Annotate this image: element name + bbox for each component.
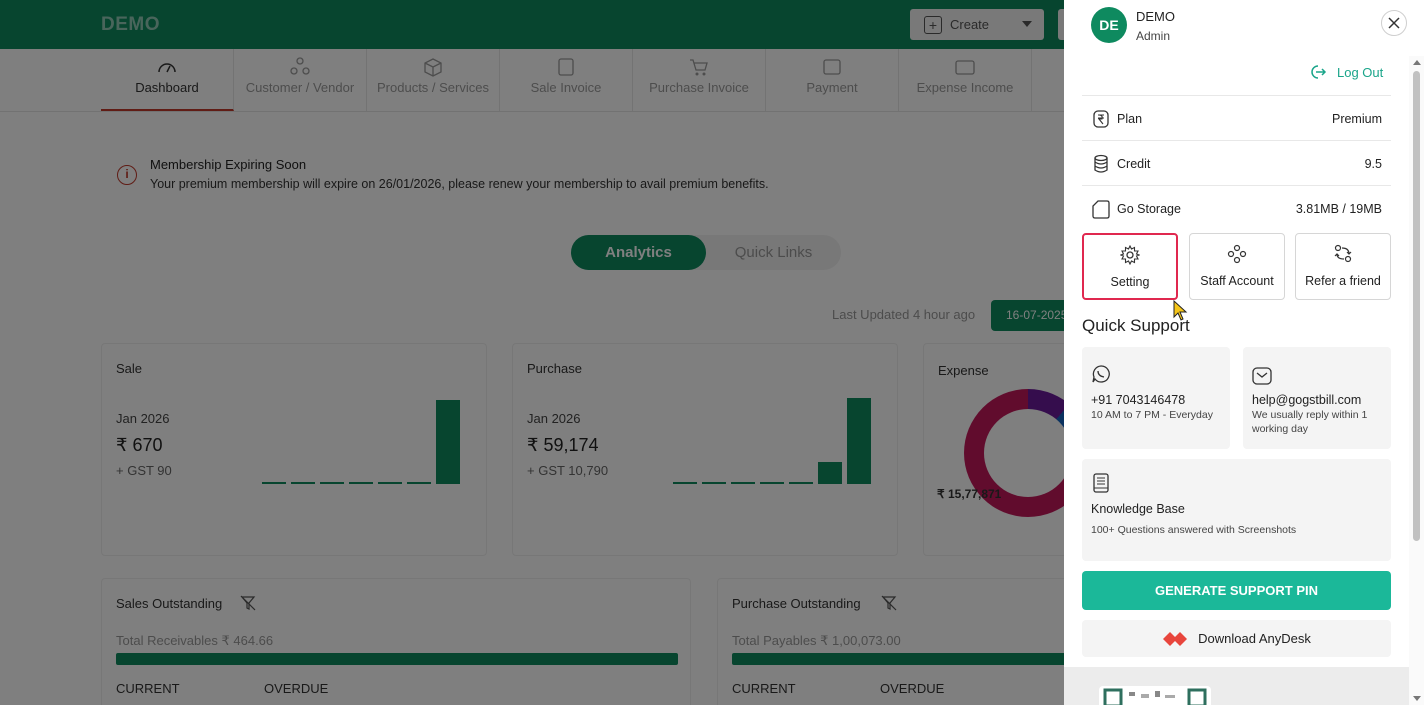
modal-backdrop[interactable] — [0, 0, 1064, 705]
user-role: Admin — [1136, 29, 1171, 43]
drawer-scrollbar[interactable] — [1409, 56, 1424, 705]
row-label: Go Storage — [1117, 202, 1181, 216]
knowledge-base-card[interactable]: Knowledge Base 100+ Questions answered w… — [1082, 459, 1391, 561]
gear-icon — [1120, 245, 1140, 265]
logout-label: Log Out — [1337, 64, 1384, 80]
row-value: 9.5 — [1364, 157, 1382, 171]
mail-icon — [1252, 367, 1272, 385]
user-name: DEMO — [1136, 9, 1175, 24]
storage-row: Go Storage 3.81MB / 19MB — [1082, 185, 1391, 230]
whatsapp-number: +91 7043146478 — [1091, 393, 1186, 407]
download-anydesk-button[interactable]: Download AnyDesk — [1082, 620, 1391, 657]
refer-icon — [1334, 244, 1352, 263]
whatsapp-icon — [1092, 365, 1110, 383]
row-value: 3.81MB / 19MB — [1295, 202, 1382, 216]
qr-code-image — [1099, 686, 1211, 705]
email-reply-note: We usually reply within 1 working day — [1252, 409, 1368, 435]
refer-friend-tile[interactable]: Refer a friend — [1295, 233, 1391, 300]
scroll-up-arrow[interactable] — [1413, 60, 1421, 65]
anydesk-icon — [1163, 631, 1188, 646]
staff-icon — [1227, 244, 1247, 264]
knowledge-title: Knowledge Base — [1091, 502, 1185, 516]
logout-icon — [1311, 65, 1327, 79]
staff-account-tile[interactable]: Staff Account — [1189, 233, 1285, 300]
anydesk-label: Download AnyDesk — [1198, 631, 1311, 646]
tile-label: Refer a friend — [1305, 274, 1381, 288]
avatar: DE — [1091, 7, 1127, 43]
tile-label: Setting — [1110, 275, 1150, 289]
setting-tile[interactable]: Setting — [1082, 233, 1178, 300]
book-icon — [1093, 473, 1109, 493]
plan-row: Plan Premium — [1082, 95, 1391, 140]
support-email: help@gogstbill.com — [1252, 393, 1362, 407]
email-support-card[interactable]: help@gogstbill.com We usually reply with… — [1243, 347, 1391, 449]
rupee-badge-icon — [1093, 110, 1109, 128]
mouse-cursor-icon — [1173, 300, 1188, 321]
row-label: Plan — [1117, 112, 1143, 126]
folder-icon — [1092, 200, 1110, 219]
credit-row: Credit 9.5 — [1082, 140, 1391, 185]
knowledge-sub: 100+ Questions answered with Screenshots — [1091, 524, 1297, 536]
generate-support-pin-button[interactable]: GENERATE SUPPORT PIN — [1082, 571, 1391, 610]
row-label: Credit — [1117, 157, 1151, 171]
close-icon — [1388, 17, 1400, 29]
tile-label: Staff Account — [1200, 274, 1274, 288]
close-button[interactable] — [1381, 10, 1407, 36]
row-value: Premium — [1331, 112, 1382, 126]
whatsapp-hours: 10 AM to 7 PM - Everyday — [1091, 409, 1213, 421]
whatsapp-support-card[interactable]: +91 7043146478 10 AM to 7 PM - Everyday — [1082, 347, 1230, 449]
profile-drawer: DE DEMO Admin Log Out Plan Premium Credi… — [1064, 0, 1424, 705]
scrollbar-thumb[interactable] — [1413, 71, 1420, 541]
scroll-down-arrow[interactable] — [1413, 696, 1421, 701]
coins-icon — [1094, 154, 1108, 173]
logout-link[interactable]: Log Out — [1309, 64, 1383, 80]
qr-pattern — [1103, 688, 1207, 705]
